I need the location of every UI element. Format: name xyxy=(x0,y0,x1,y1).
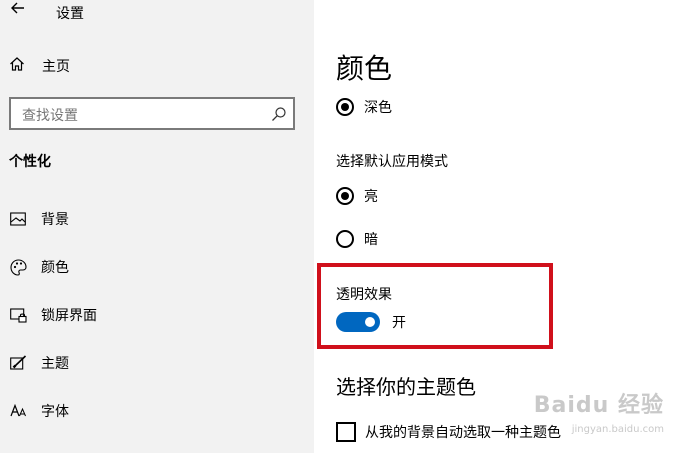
radio-label: 暗 xyxy=(364,232,378,248)
font-icon xyxy=(9,402,27,420)
sidebar-item-label: 字体 xyxy=(41,404,69,420)
radio-label: 亮 xyxy=(364,189,378,205)
radio-dark-color[interactable]: 深色 xyxy=(336,97,392,117)
search-placeholder: 查找设置 xyxy=(22,108,78,124)
main-panel: 颜色 深色 选择默认应用模式 亮 暗 透明效果 开 选择你的主题色 从我的背景自… xyxy=(314,0,700,453)
accent-section-title: 选择你的主题色 xyxy=(336,375,476,399)
sidebar-item-lock-screen[interactable]: 锁屏界面 xyxy=(9,304,97,326)
section-title: 个性化 xyxy=(9,154,51,170)
search-icon[interactable] xyxy=(271,106,287,122)
radio-light-mode[interactable]: 亮 xyxy=(336,186,378,206)
watermark-url: jingyan.baidu.com xyxy=(571,424,664,435)
checkbox-label: 从我的背景自动选取一种主题色 xyxy=(365,425,561,441)
sidebar-item-background[interactable]: 背景 xyxy=(9,208,69,230)
app-title: 设置 xyxy=(56,6,84,22)
sidebar-item-label: 主题 xyxy=(41,356,69,372)
app-mode-label: 选择默认应用模式 xyxy=(336,154,448,170)
theme-brush-icon xyxy=(9,354,27,372)
radio-label: 深色 xyxy=(364,100,392,116)
lock-screen-icon xyxy=(9,306,27,324)
radio-dot xyxy=(341,103,349,111)
radio-circle xyxy=(336,98,354,116)
sidebar: 设置 主页 查找设置 个性化 背景 颜色 锁屏界面 主题 字体 xyxy=(0,0,314,453)
home-icon xyxy=(9,56,25,76)
radio-circle xyxy=(336,187,354,205)
nav-home[interactable]: 主页 xyxy=(9,55,70,77)
auto-accent-checkbox[interactable] xyxy=(336,422,356,442)
back-button[interactable] xyxy=(10,0,26,16)
page-title: 颜色 xyxy=(336,52,393,85)
sidebar-item-label: 颜色 xyxy=(41,260,69,276)
sidebar-item-fonts[interactable]: 字体 xyxy=(9,400,69,422)
sidebar-item-colors[interactable]: 颜色 xyxy=(9,256,69,278)
auto-accent-option[interactable]: 从我的背景自动选取一种主题色 xyxy=(336,422,561,442)
search-input[interactable]: 查找设置 xyxy=(9,97,295,130)
radio-dark-mode[interactable]: 暗 xyxy=(336,229,378,249)
watermark-logo: Baidu 经验 xyxy=(533,393,664,418)
highlight-box xyxy=(317,263,553,349)
sidebar-item-label: 锁屏界面 xyxy=(41,308,97,324)
nav-home-label: 主页 xyxy=(42,59,70,75)
palette-icon xyxy=(9,258,27,276)
title-bar: 设置 xyxy=(0,0,314,26)
image-icon xyxy=(9,210,27,228)
radio-circle xyxy=(336,230,354,248)
back-arrow-icon xyxy=(11,2,24,14)
sidebar-item-themes[interactable]: 主题 xyxy=(9,352,69,374)
sidebar-item-label: 背景 xyxy=(41,212,69,228)
radio-dot xyxy=(341,192,349,200)
